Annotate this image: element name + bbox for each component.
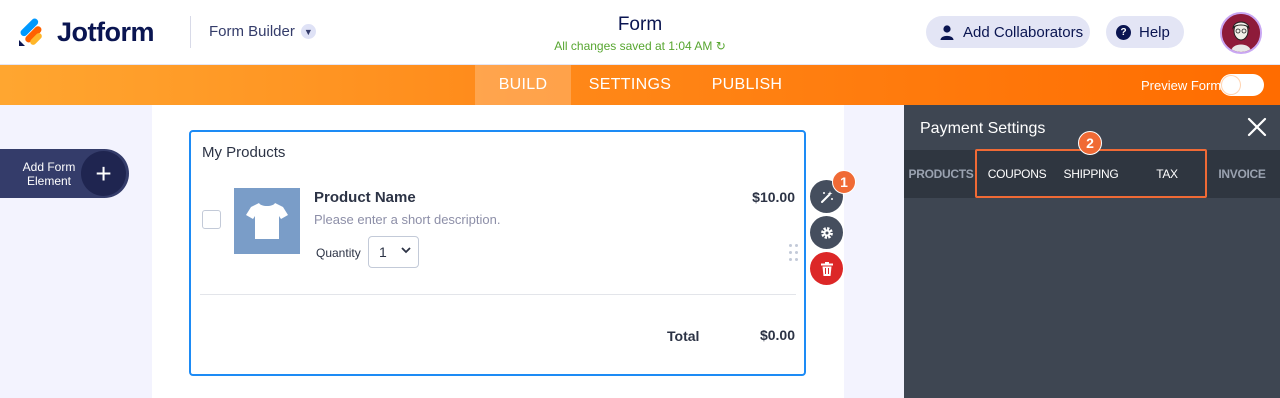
widget-divider (200, 294, 796, 295)
total-label: Total (667, 328, 700, 344)
step-badge-1: 1 (832, 170, 856, 194)
jotform-logo[interactable]: Jotform (17, 17, 155, 48)
toggle-knob (1222, 76, 1240, 94)
chevron-down-icon: ▼ (300, 24, 316, 39)
avatar[interactable] (1220, 12, 1262, 54)
product-price: $10.00 (752, 189, 795, 205)
gear-icon (820, 226, 833, 239)
refresh-icon: ↻ (715, 39, 726, 53)
add-collaborators-label: Add Collaborators (963, 23, 1084, 41)
panel-title: Payment Settings (920, 120, 1046, 137)
help-label: Help (1139, 23, 1170, 41)
tab-build[interactable]: BUILD (475, 65, 571, 105)
product-name[interactable]: Product Name (314, 189, 416, 206)
app-header: Jotform Form Builder ▼ Form All changes … (0, 0, 1280, 65)
product-list-widget[interactable]: My Products Product Name Please enter a … (189, 130, 806, 376)
add-collaborators-button[interactable]: Add Collaborators (926, 16, 1090, 48)
tshirt-icon (246, 203, 288, 239)
product-description[interactable]: Please enter a short description. (314, 212, 500, 227)
plus-icon: + (81, 151, 126, 196)
settings-button[interactable] (810, 216, 843, 249)
builder-nav-bar: BUILD SETTINGS PUBLISH Preview Form (0, 65, 1280, 105)
product-checkbox[interactable] (202, 210, 221, 229)
user-icon (940, 24, 954, 40)
preview-form-label: Preview Form (1141, 78, 1222, 93)
close-icon[interactable] (1246, 116, 1268, 138)
tab-invoice[interactable]: INVOICE (1212, 150, 1272, 198)
quantity-value: 1 (379, 244, 387, 260)
drag-handle-icon[interactable] (789, 244, 799, 264)
jotform-logo-icon (19, 18, 42, 46)
tab-products[interactable]: PRODUCTS (908, 150, 974, 198)
form-builder-dropdown[interactable]: Form Builder ▼ (209, 23, 316, 40)
total-value: $0.00 (759, 327, 795, 343)
question-icon: ? (1116, 24, 1131, 40)
magic-wand-icon (820, 190, 833, 203)
preview-form-toggle[interactable] (1220, 74, 1264, 96)
help-button[interactable]: ? Help (1106, 16, 1184, 48)
avatar-icon (1222, 14, 1260, 52)
add-form-element-button[interactable]: Add Form Element + (0, 149, 129, 198)
add-form-element-label: Add Form Element (22, 160, 76, 188)
save-status-text: All changes saved at 1:04 AM (554, 39, 713, 53)
tabs-highlight-box (975, 149, 1207, 198)
widget-title[interactable]: My Products (202, 144, 285, 161)
logo-text: Jotform (57, 17, 155, 47)
tab-publish[interactable]: PUBLISH (700, 65, 794, 105)
trash-icon (820, 261, 833, 276)
step-badge-2: 2 (1078, 131, 1102, 155)
tab-settings[interactable]: SETTINGS (580, 65, 680, 105)
quantity-label: Quantity (316, 246, 361, 260)
save-status: All changes saved at 1:04 AM ↻ (520, 39, 760, 53)
quantity-select[interactable]: 1 (368, 236, 419, 268)
delete-button[interactable] (810, 252, 843, 285)
header-divider (190, 16, 191, 48)
form-title[interactable]: Form (540, 14, 740, 36)
form-builder-label: Form Builder (209, 23, 295, 40)
product-image (234, 188, 300, 254)
chevron-down-icon (401, 245, 411, 258)
